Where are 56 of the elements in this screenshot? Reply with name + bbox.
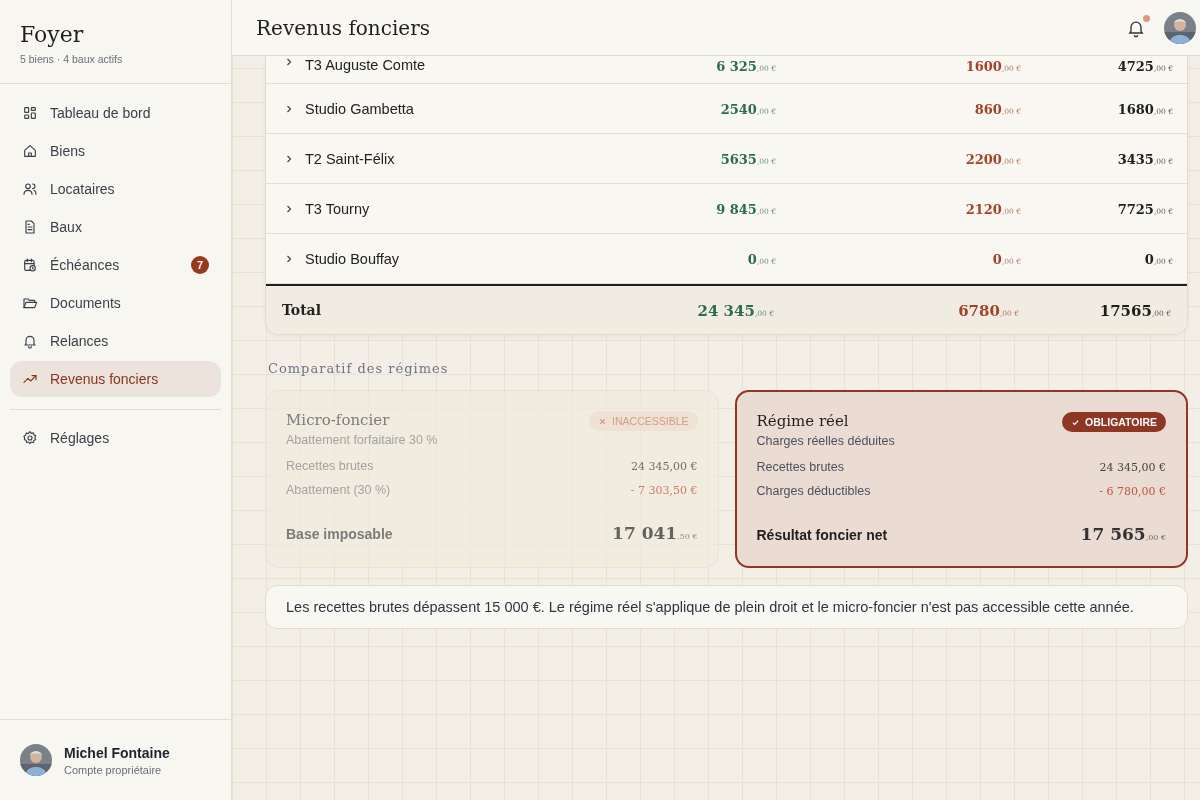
property-name: T3 Tourny [305,200,371,217]
calendar-icon [22,257,38,273]
people-icon [22,181,38,197]
nav-item[interactable]: Baux [10,209,221,245]
line-value: - 6 780,00 € [1099,485,1166,498]
bell-icon [22,333,38,349]
dashboard-icon [22,105,38,121]
property-name: T3 Auguste Comte [305,57,427,73]
nav-item[interactable]: Documents [10,285,221,321]
total-label: Total [282,302,322,318]
document-icon [22,219,38,235]
settings-icon [22,430,38,446]
line-label: Recettes brutes [756,460,845,474]
property-name: Studio Bouffay [305,250,401,267]
line-value: 24 345,00 € [631,460,698,473]
regime-subtitle: Abattement forfaitaire 30 % [286,433,438,447]
result-value: 17 041,50 € [612,523,698,543]
house-icon [22,143,38,159]
regime-name: Micro-foncier [286,411,391,429]
line-value: 24 345,00 € [1099,461,1166,474]
nav-item[interactable]: Locataires [10,171,221,207]
status-badge: INACCESSIBLE [589,411,698,431]
result-value: 17 565,00 € [1080,524,1166,544]
chevron-icon [284,57,294,67]
chevron-icon [284,103,294,114]
nav-item[interactable]: Tableau de bord [10,95,221,131]
cross-icon [598,416,608,426]
nav-item[interactable]: Biens [10,133,221,169]
user-name: Michel Fontaine [64,744,170,761]
folder-icon [22,295,38,311]
info-note: Les recettes brutes dépassent 15 000 €. Le régime réel s'applique de plein droit et le micro-foncier n'est pas accessible cette année. [265,585,1188,629]
property-name: T2 Saint-Félix [305,150,396,167]
line-label: Abattement (30 %) [286,483,391,497]
section-title: Comparatif des régimes [268,361,450,376]
nav-item[interactable]: Revenus fonciers [10,361,221,397]
count-badge: 7 [191,256,209,274]
regime-subtitle: Charges réelles déduites [756,434,895,448]
chevron-icon [284,203,294,214]
page-title: Revenus fonciers [256,15,431,40]
line-value: - 7 303,50 € [630,484,698,497]
nav-item[interactable]: Réglages [10,420,221,456]
brand-name: Foyer [20,22,85,47]
check-icon [1071,417,1081,427]
regime-name: Régime réel [756,412,850,430]
user-role: Compte propriétaire [64,763,163,776]
nav-item[interactable]: Échéances 7 [10,247,221,283]
nav-item[interactable]: Relances [10,323,221,359]
line-label: Recettes brutes [286,459,374,473]
brand-subtitle: 5 biens · 4 baux actifs [20,53,124,65]
chevron-icon [284,153,294,164]
chevron-icon [284,253,294,264]
result-label: Résultat foncier net [756,527,888,543]
line-label: Charges déductibles [756,484,871,498]
property-name: Studio Gambetta [305,100,415,117]
status-badge: OBLIGATOIRE [1062,412,1166,432]
result-label: Base imposable [286,526,393,542]
